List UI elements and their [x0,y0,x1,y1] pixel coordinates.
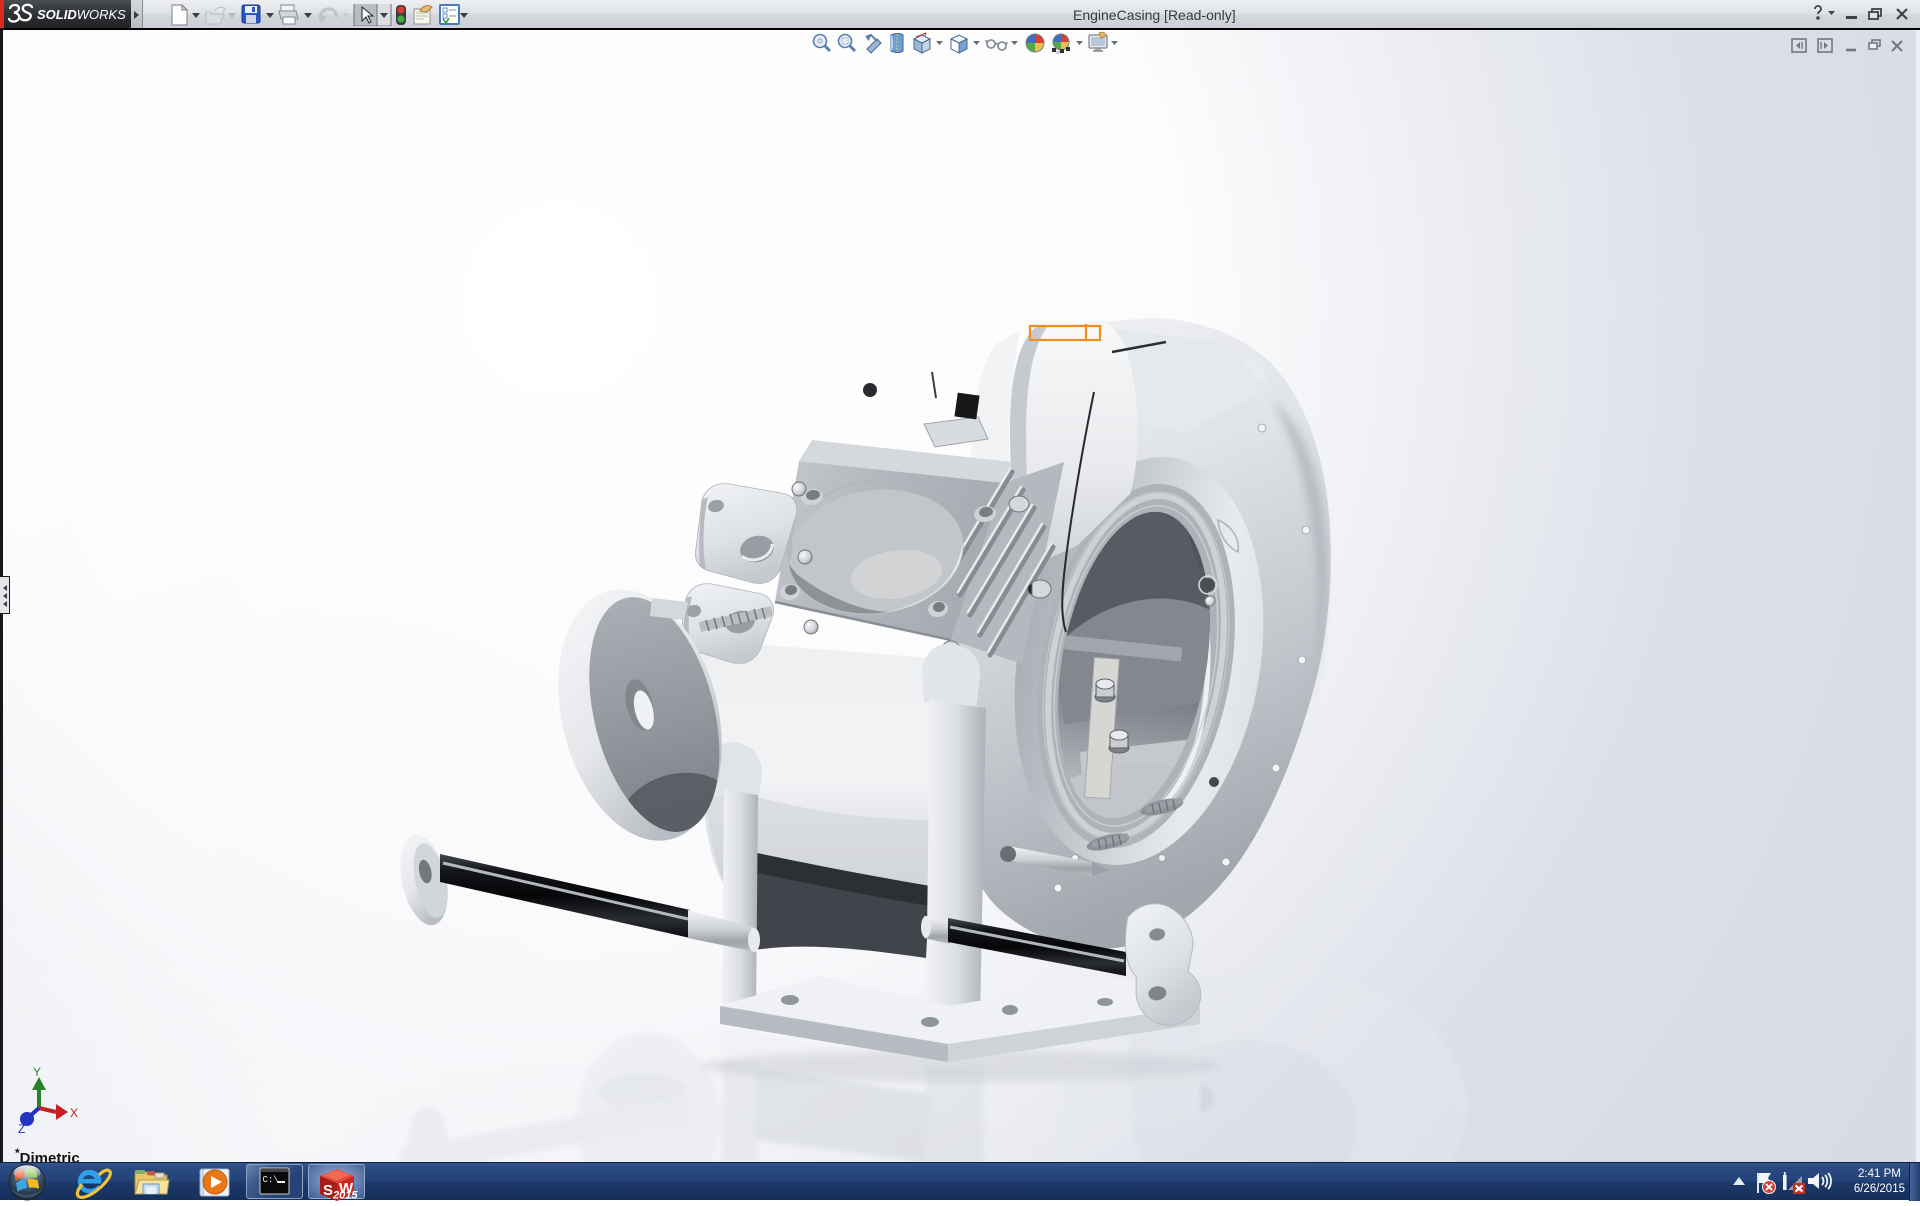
svg-text:C:\: C:\ [263,1175,279,1185]
svg-text:SOLIDWORKS: SOLIDWORKS [37,7,126,22]
svg-text:X: X [70,1106,78,1120]
svg-text:Y: Y [33,1065,41,1079]
svg-text:Z: Z [18,1122,25,1136]
svg-text:2015: 2015 [332,1190,358,1202]
svg-text:S: S [323,1182,333,1199]
